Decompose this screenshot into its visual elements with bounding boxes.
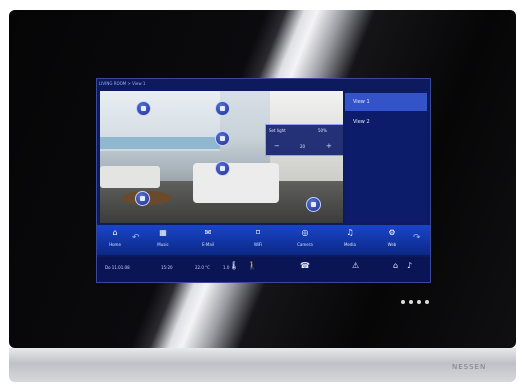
view-item[interactable]: View 1: [345, 93, 427, 111]
light-icon: [141, 106, 146, 111]
led-indicator: [401, 300, 405, 304]
person-icon[interactable]: 🚶: [247, 261, 257, 270]
status-temperature: 22.0 °C: [195, 265, 210, 270]
view-item[interactable]: View 2: [345, 113, 427, 131]
decrease-button[interactable]: −: [274, 142, 280, 150]
toolbar-label: Camera: [297, 242, 313, 247]
toolbar-label: Home: [109, 242, 121, 247]
thermometer-icon[interactable]: 🌡: [229, 261, 239, 270]
alarm-hotspot-button[interactable]: [306, 197, 321, 212]
toolbar-item-web[interactable]: ⚙ Web: [376, 227, 408, 253]
light-icon: [140, 196, 145, 201]
toolbar-item-home[interactable]: ⌂ Home: [99, 227, 131, 253]
blind-hotspot-button[interactable]: [215, 131, 230, 146]
white-sofa: [193, 163, 279, 203]
scene-icon: ▦: [159, 228, 167, 237]
scroll-right-icon[interactable]: ↷: [413, 233, 421, 243]
popup-level: 50%: [318, 128, 327, 133]
status-time: 15:20: [161, 265, 173, 270]
status-bar: Do 11.01.08 15:20 22.0 °C 1.0 🌡 🚶 ☎ ⚠ ⌂ …: [97, 257, 430, 282]
room-view: Set light 50% − 20 +: [100, 91, 343, 223]
light-hotspot-button[interactable]: [136, 101, 151, 116]
volume-icon[interactable]: ♪: [407, 261, 412, 270]
window-sea: [100, 137, 220, 149]
popup-title: Set light: [269, 128, 286, 133]
touch-screen: LIVING ROOM > View 1 Set light 50% − 20 …: [96, 78, 431, 283]
shade-hotspot-button[interactable]: [215, 161, 230, 176]
shade-icon: [220, 166, 225, 171]
toolbar-label: E-Mail: [201, 242, 215, 247]
warning-icon[interactable]: ⚠: [352, 261, 359, 270]
toolbar-item-music[interactable]: ▦ Music: [147, 227, 179, 253]
brand-logo: NESSEN: [452, 363, 487, 371]
light-hotspot-button[interactable]: [215, 101, 230, 116]
breadcrumb: LIVING ROOM > View 1: [99, 81, 146, 86]
scroll-left-icon[interactable]: ↶: [132, 233, 140, 243]
blind-icon: [220, 136, 225, 141]
light-control-popup: Set light 50% − 20 +: [265, 124, 343, 156]
led-indicator: [425, 300, 429, 304]
function-toolbar: ⌂ Home ↶ ▦ Music ✉ E-Mail ⌑ WiFi ◎ Camer…: [97, 225, 430, 255]
bell-icon: [311, 202, 316, 207]
phone-icon[interactable]: ☎: [300, 261, 310, 270]
toolbar-label: Web: [387, 242, 397, 247]
led-indicator: [417, 300, 421, 304]
light-icon: [220, 106, 225, 111]
status-date: Do 11.01.08: [105, 265, 130, 270]
led-indicator: [409, 300, 413, 304]
wifi-icon: ⌑: [255, 228, 261, 237]
view-list: View 1 View 2: [345, 91, 427, 223]
media-icon: ♫: [346, 228, 354, 237]
floor-light-hotspot-button[interactable]: [135, 191, 150, 206]
toolbar-label: WiFi: [253, 242, 263, 247]
toolbar-item-camera[interactable]: ◎ Camera: [289, 227, 321, 253]
camera-icon: ◎: [301, 228, 309, 237]
toolbar-item-email[interactable]: ✉ E-Mail: [192, 227, 224, 253]
gear-icon: ⚙: [388, 228, 396, 237]
toolbar-item-media[interactable]: ♫ Media: [334, 227, 366, 253]
device-bottom-trim: [9, 348, 516, 382]
home-status-icon[interactable]: ⌂: [393, 261, 398, 270]
increase-button[interactable]: +: [326, 142, 332, 150]
mail-icon: ✉: [204, 228, 212, 237]
home-icon: ⌂: [112, 228, 118, 237]
popup-reading: 20: [300, 144, 306, 149]
toolbar-item-wifi[interactable]: ⌑ WiFi: [242, 227, 274, 253]
toolbar-label: Music: [157, 242, 169, 247]
side-sofa: [100, 166, 160, 188]
toolbar-label: Media: [343, 242, 356, 247]
